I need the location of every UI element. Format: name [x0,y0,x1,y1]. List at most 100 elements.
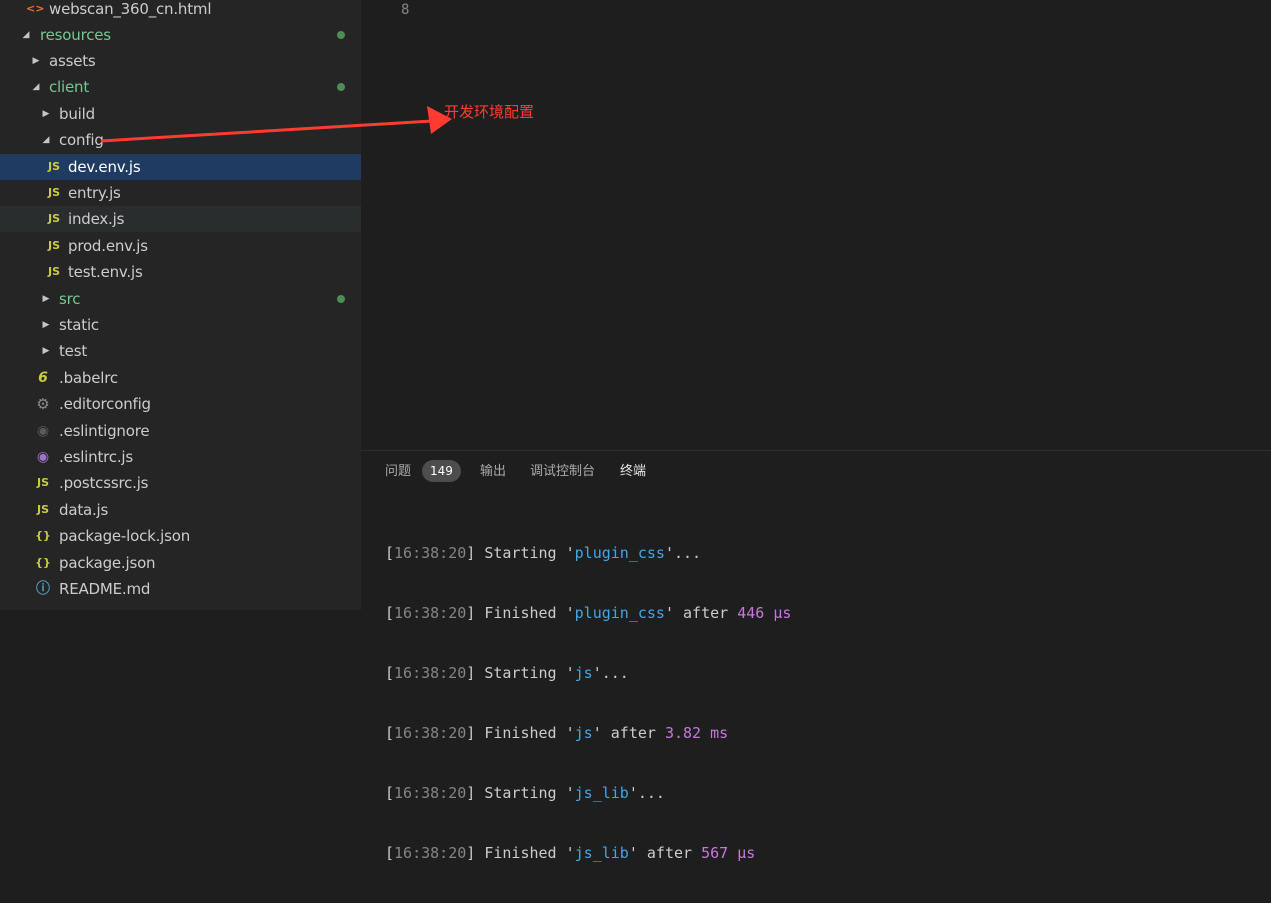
eslint-icon: ◉ [36,449,50,465]
tree-folder-test[interactable]: ▶ test [0,338,361,364]
tree-file-package-json[interactable]: {} package.json [0,550,361,576]
timestamp: 16:38:20 [394,664,467,682]
tree-folder-client[interactable]: ◢ client [0,74,361,100]
tab-problems[interactable]: 问题 [385,461,411,483]
tree-item-label: resources [40,26,111,44]
js-file-icon: JS [47,265,60,278]
tree-folder-assets[interactable]: ▶ assets [0,48,361,74]
log-tail: ... [674,544,702,562]
json-braces-icon: {} [35,556,51,569]
chevron-collapsed-icon[interactable]: ▶ [30,48,42,74]
tree-item-label: .postcssrc.js [59,474,149,492]
tree-item-label: prod.env.js [68,237,148,255]
tree-file-package-lock-json[interactable]: {} package-lock.json [0,523,361,549]
eslint-icon: ◉ [36,423,50,439]
tree-item-label: src [59,290,81,308]
annotation-label: 开发环境配置 [444,103,535,121]
modified-dot-icon [337,295,345,303]
task-name: js [574,724,593,742]
terminal-line: [16:38:20] Finished 'plugin_css' after 4… [385,603,791,623]
quote-close: ' [664,544,674,562]
bracket-close: ] [466,604,485,622]
tree-file-index-js[interactable]: JS index.js [0,206,361,232]
explorer-sidebar: <> webscan_360_cn.html ◢ resources ▶ ass… [0,0,361,610]
tree-file-eslintignore[interactable]: ◉ .eslintignore [0,418,361,444]
tree-item-label: package-lock.json [59,527,191,545]
tree-file-entry-js[interactable]: JS entry.js [0,180,361,206]
log-verb: Starting [484,544,557,562]
log-verb: Starting [484,664,557,682]
tree-item-label: .eslintrc.js [59,448,133,466]
bracket-close: ] [466,724,485,742]
chevron-collapsed-icon[interactable]: ▶ [40,338,52,364]
tree-folder-build[interactable]: ▶ build [0,101,361,127]
quote-open: ' [556,724,575,742]
log-after: after [637,844,702,862]
duration: 446 μs [737,604,792,622]
chevron-collapsed-icon[interactable]: ▶ [40,101,52,127]
tree-item-label: data.js [59,501,109,519]
terminal-line: [16:38:20] Finished 'js' after 3.82 ms [385,723,791,743]
tree-file-editorconfig[interactable]: ⚙ .editorconfig [0,391,361,417]
bracket-open: [ [385,724,395,742]
tree-folder-static[interactable]: ▶ static [0,312,361,338]
timestamp: 16:38:20 [394,544,467,562]
modified-dot-icon [337,83,345,91]
html-code-icon: <> [26,2,45,15]
timestamp: 16:38:20 [394,604,467,622]
chevron-expanded-icon[interactable]: ◢ [30,74,42,100]
chevron-collapsed-icon[interactable]: ▶ [40,286,52,312]
editor-area[interactable]: 8 开发环境配置 [361,0,1271,450]
bottom-panel: 问题 149 输出 调试控制台 终端 [16:38:20] Starting '… [361,450,1271,862]
quote-close: ' [664,604,674,622]
tree-item-label: package.json [59,554,156,572]
tree-file-babelrc[interactable]: 6 .babelrc [0,365,361,391]
tree-folder-resources[interactable]: ◢ resources [0,22,361,48]
terminal-line: [16:38:20] Starting 'js_lib'... [385,783,791,803]
bracket-close: ] [466,844,485,862]
json-braces-icon: {} [35,529,51,542]
tree-file-postcssrc-js[interactable]: JS .postcssrc.js [0,470,361,496]
tab-output[interactable]: 输出 [480,461,506,483]
js-file-icon: JS [47,239,60,252]
tree-file-test-env-js[interactable]: JS test.env.js [0,259,361,285]
tree-item-label: entry.js [68,184,121,202]
bracket-close: ] [466,544,485,562]
tree-item-label: config [59,131,104,149]
log-after: after [674,604,738,622]
log-tail: ... [637,784,665,802]
info-icon: ⓘ [36,581,50,597]
modified-dot-icon [337,31,345,39]
task-name: js_lib [574,844,629,862]
chevron-collapsed-icon[interactable]: ▶ [40,312,52,338]
tab-terminal[interactable]: 终端 [620,461,646,483]
terminal-line: [16:38:20] Starting 'plugin_css'... [385,543,791,563]
chevron-expanded-icon[interactable]: ◢ [20,22,32,48]
tree-item-label: static [59,316,99,334]
tree-file-data-js[interactable]: JS data.js [0,497,361,523]
tree-item-webscan-html[interactable]: <> webscan_360_cn.html [0,0,361,22]
tab-debug-console[interactable]: 调试控制台 [530,461,595,483]
quote-close: ' [628,784,638,802]
tree-item-label: README.md [59,580,151,598]
tree-file-eslintrc-js[interactable]: ◉ .eslintrc.js [0,444,361,470]
tree-folder-src[interactable]: ▶ src [0,286,361,312]
quote-close: ' [592,724,602,742]
terminal-output[interactable]: [16:38:20] Starting 'plugin_css'... [16:… [385,503,791,903]
tree-file-dev-env-js[interactable]: JS dev.env.js [0,154,361,180]
babel-icon: 6 [38,370,48,386]
tree-item-label: test.env.js [68,263,143,281]
log-tail: ... [601,664,629,682]
tree-item-label: .babelrc [59,369,118,387]
bracket-open: [ [385,604,395,622]
bracket-open: [ [385,664,395,682]
tree-folder-config[interactable]: ◢ config [0,127,361,153]
tree-item-label: dev.env.js [68,158,141,176]
problems-count-badge: 149 [422,460,461,482]
chevron-expanded-icon[interactable]: ◢ [40,127,52,153]
tree-item-label: test [59,342,88,360]
task-name: plugin_css [574,604,665,622]
tree-file-readme-md[interactable]: ⓘ README.md [0,576,361,602]
tree-file-prod-env-js[interactable]: JS prod.env.js [0,233,361,259]
tree-item-label: webscan_360_cn.html [49,0,212,18]
